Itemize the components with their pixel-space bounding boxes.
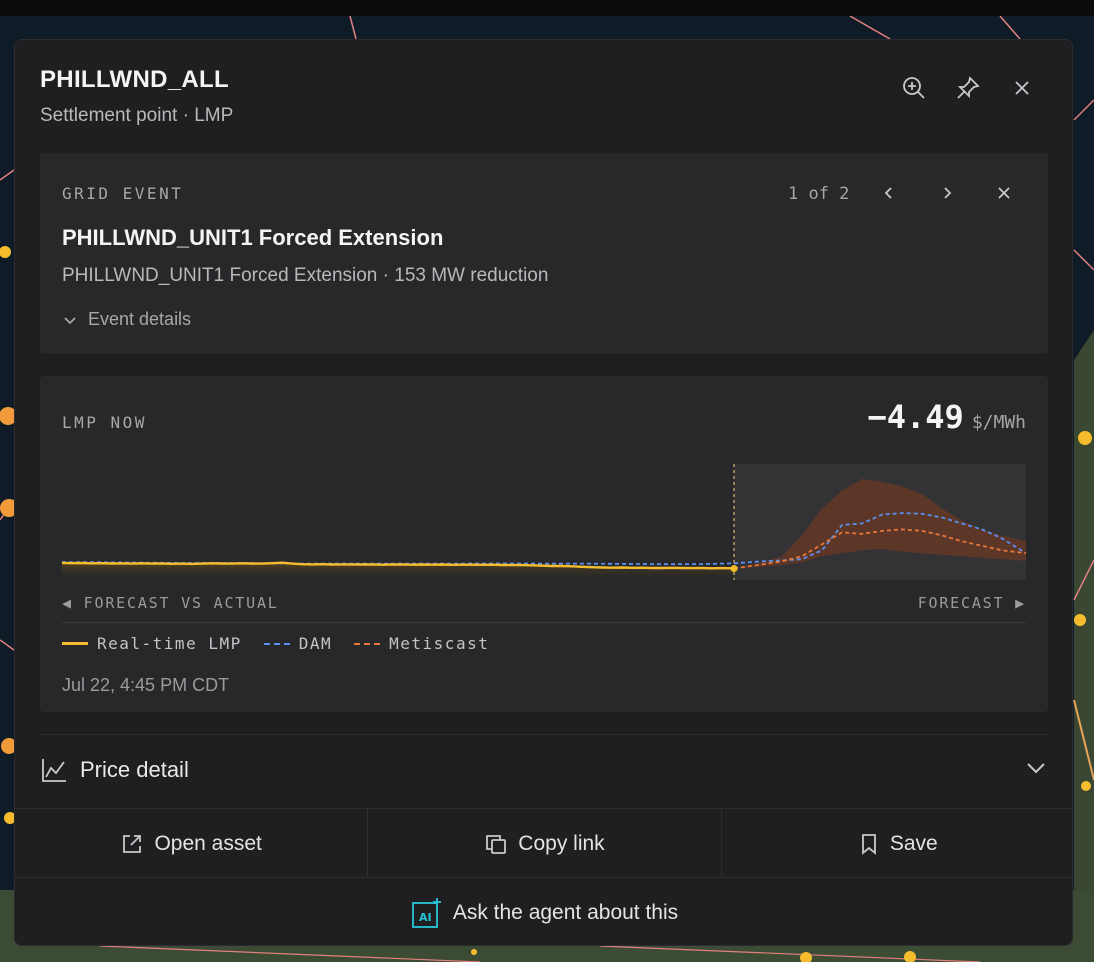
map-node[interactable] <box>471 949 477 955</box>
line-chart-icon <box>42 759 66 782</box>
copy-icon <box>486 834 507 854</box>
grid-event-card: GRID EVENT 1 of 2 PHILLWND_UNIT1 Forced … <box>40 153 1048 354</box>
legend-item-dam: DAM <box>263 634 333 653</box>
event-title: PHILLWND_UNIT1 Forced Extension <box>62 225 444 250</box>
chevron-left-icon <box>884 187 892 199</box>
pin-button[interactable] <box>953 73 983 103</box>
event-details-toggle[interactable]: Event details <box>62 309 191 330</box>
zoom-in-icon <box>903 77 925 99</box>
open-asset-button[interactable]: Open asset <box>15 809 367 878</box>
legend-label: DAM <box>298 634 333 653</box>
legend-label: Real-time LMP <box>97 634 242 653</box>
lmp-eyebrow: LMP NOW <box>62 413 147 432</box>
panel-title: PHILLWND_ALL <box>40 66 229 93</box>
chevron-down-icon <box>1027 763 1045 774</box>
panel-subtitle: Settlement point · LMP <box>40 105 234 126</box>
lmp-chart[interactable] <box>62 464 1026 580</box>
top-bar <box>0 0 1094 16</box>
legend-item-realtime: Real-time LMP <box>62 634 242 653</box>
price-detail-label: Price detail <box>80 757 189 782</box>
asset-popup-panel: PHILLWND_ALL Settlement point · LMP GRID… <box>14 39 1073 946</box>
ask-agent-label: Ask the agent about this <box>452 901 679 924</box>
legend-swatch <box>354 642 381 645</box>
axis-label-right: FORECAST ▶ <box>917 594 1026 612</box>
copy-link-label: Copy link <box>518 831 605 855</box>
lmp-value: −4.49 $/MWh <box>867 398 1026 436</box>
close-button[interactable] <box>1007 73 1037 103</box>
event-eyebrow: GRID EVENT <box>62 184 184 203</box>
ai-badge-text: AI <box>419 911 432 924</box>
ask-agent-button[interactable]: AI Ask the agent about this <box>15 877 1072 945</box>
map-node[interactable] <box>1081 781 1091 791</box>
legend-swatch <box>263 642 290 645</box>
zoom-in-button[interactable] <box>899 73 929 103</box>
close-icon <box>1015 81 1029 95</box>
next-event-button[interactable] <box>932 178 962 208</box>
price-detail-toggle[interactable]: Price detail <box>40 734 1048 808</box>
close-icon <box>998 187 1010 199</box>
save-button[interactable]: Save <box>720 809 1072 878</box>
action-row: Open asset Copy link Save <box>15 808 1072 878</box>
event-counter: 1 of 2 <box>788 184 850 204</box>
event-description: PHILLWND_UNIT1 Forced Extension · 153 MW… <box>62 265 549 286</box>
lmp-number: −4.49 <box>867 398 964 436</box>
timestamp: Jul 22, 4:45 PM CDT <box>62 675 230 695</box>
open-asset-label: Open asset <box>154 831 262 855</box>
legend-label: Metiscast <box>389 634 490 653</box>
ai-sparkle-icon: AI <box>411 898 441 928</box>
legend-item-metiscast: Metiscast <box>354 634 489 653</box>
legend-swatch <box>62 642 88 645</box>
dismiss-event-button[interactable] <box>989 178 1019 208</box>
chevron-right-icon <box>944 187 952 199</box>
map-region <box>1074 330 1094 890</box>
external-link-icon <box>123 834 142 853</box>
lmp-card: LMP NOW −4.49 $/MWh ◀ FORECAST VS ACTUAL… <box>40 376 1048 712</box>
axis-label-left: ◀ FORECAST VS ACTUAL <box>62 594 279 612</box>
chart-legend: Real-time LMP DAM Metiscast <box>62 634 489 653</box>
bookmark-icon <box>861 833 876 855</box>
now-point <box>730 565 738 573</box>
copy-link-button[interactable]: Copy link <box>367 809 720 878</box>
event-details-label: Event details <box>88 309 192 329</box>
map-node[interactable] <box>1078 431 1092 445</box>
lmp-unit: $/MWh <box>971 412 1026 433</box>
map-node[interactable] <box>1074 614 1086 626</box>
prev-event-button[interactable] <box>874 178 904 208</box>
save-label: Save <box>889 831 938 855</box>
chevron-down-icon <box>64 316 76 324</box>
pin-icon <box>957 76 980 99</box>
divider <box>62 622 1026 623</box>
